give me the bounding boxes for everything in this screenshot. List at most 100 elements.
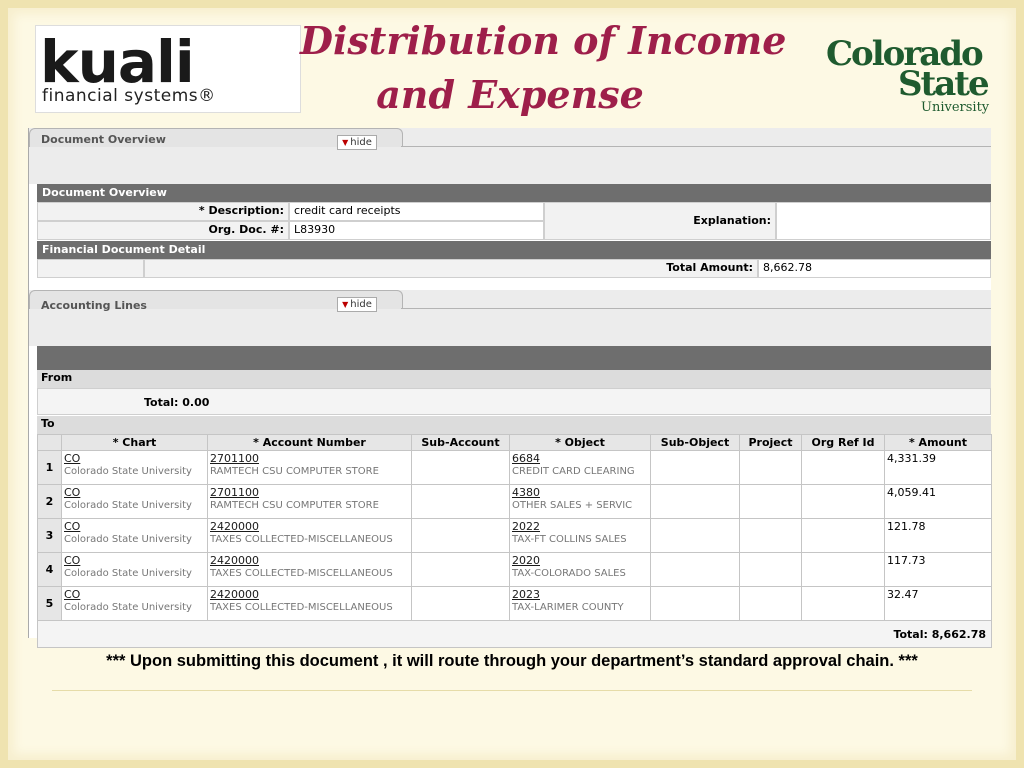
table-row: 2 CO Colorado State University 2701100 RAM…	[37, 484, 992, 519]
account-name: TAXES COLLECTED-MISCELLANEOUS	[210, 568, 393, 579]
caret-down-icon: ▼	[342, 300, 349, 309]
account-name: RAMTECH CSU COMPUTER STORE	[210, 500, 379, 511]
total-amount-label: Total Amount:	[144, 259, 758, 278]
account-link[interactable]: 2701100	[210, 486, 409, 499]
sub-account-cell	[411, 586, 510, 621]
account-link[interactable]: 2701100	[210, 452, 409, 465]
amount-cell: 4,331.39	[884, 450, 992, 485]
explanation-field[interactable]	[776, 202, 991, 240]
chart-name: Colorado State University	[64, 602, 192, 613]
table-row: 1 CO Colorado State University 2701100 RAM…	[37, 450, 992, 485]
chart-link[interactable]: CO	[64, 452, 205, 465]
object-link[interactable]: 2022	[512, 520, 648, 533]
amount-cell: 117.73	[884, 552, 992, 587]
project-cell	[739, 586, 802, 621]
column-header: Project	[739, 434, 802, 451]
divider-line	[52, 690, 972, 691]
object-link[interactable]: 2023	[512, 588, 648, 601]
project-cell	[739, 518, 802, 553]
csu-logo-line2: State	[898, 64, 990, 104]
org-ref-id-cell	[801, 586, 885, 621]
accounting-lines-tab-label: Accounting Lines	[41, 299, 147, 312]
column-header: * Account Number	[207, 434, 412, 451]
account-link[interactable]: 2420000	[210, 588, 409, 601]
total-amount-value: 8,662.78	[758, 259, 991, 278]
sub-object-cell	[650, 552, 740, 587]
slide-title-line1: Distribution of Income	[300, 18, 787, 63]
kuali-tagline: financial systems®	[42, 86, 216, 106]
org-ref-id-cell	[801, 552, 885, 587]
row-number: 3	[37, 518, 62, 553]
object-name: CREDIT CARD CLEARING	[512, 466, 635, 477]
slide-title-line2: and Expense	[376, 72, 644, 117]
to-total-row: Total: 8,662.78	[37, 620, 992, 648]
amount-cell: 4,059.41	[884, 484, 992, 519]
accounting-lines-table: * Chart * Account Number Sub-Account * O…	[37, 434, 992, 648]
row-number: 2	[37, 484, 62, 519]
sub-object-cell	[650, 518, 740, 553]
sub-object-cell	[650, 450, 740, 485]
sub-object-cell	[650, 484, 740, 519]
chart-link[interactable]: CO	[64, 554, 205, 567]
object-link[interactable]: 4380	[512, 486, 648, 499]
chart-name: Colorado State University	[64, 568, 192, 579]
accounting-lines-header-bar	[37, 346, 991, 370]
row-number: 4	[37, 552, 62, 587]
object-name: TAX-COLORADO SALES	[512, 568, 626, 579]
sub-account-cell	[411, 518, 510, 553]
org-doc-field[interactable]: L83930	[289, 221, 544, 240]
document-overview-tab-label: Document Overview	[41, 133, 166, 146]
document-overview-header: Document Overview	[37, 184, 991, 202]
table-header-row: * Chart * Account Number Sub-Account * O…	[37, 434, 992, 451]
org-ref-id-cell	[801, 484, 885, 519]
chart-link[interactable]: CO	[64, 520, 205, 533]
chart-name: Colorado State University	[64, 500, 192, 511]
description-label: * Description:	[37, 202, 289, 221]
column-header: * Amount	[884, 434, 992, 451]
accounting-lines-hide-button[interactable]: ▼ hide	[337, 297, 377, 312]
account-link[interactable]: 2420000	[210, 554, 409, 567]
table-row: 5 CO Colorado State University 2420000 TAX…	[37, 586, 992, 621]
document-overview-hide-button[interactable]: ▼ hide	[337, 135, 377, 150]
object-link[interactable]: 6684	[512, 452, 648, 465]
approval-chain-note: *** Upon submitting this document , it w…	[106, 652, 918, 670]
chart-link[interactable]: CO	[64, 588, 205, 601]
column-header: Sub-Object	[650, 434, 740, 451]
explanation-label: Explanation:	[544, 202, 776, 240]
from-total: Total: 0.00	[37, 388, 991, 415]
kuali-logo: kuali financial systems®	[35, 25, 301, 113]
column-header: Org Ref Id	[801, 434, 885, 451]
from-section-label: From	[37, 370, 991, 388]
financial-detail-header: Financial Document Detail	[37, 241, 991, 259]
description-field[interactable]: credit card receipts	[289, 202, 544, 221]
accounting-lines-tab: Accounting Lines ▼ hide	[29, 290, 991, 346]
amount-cell: 121.78	[884, 518, 992, 553]
sub-account-cell	[411, 484, 510, 519]
chart-name: Colorado State University	[64, 466, 192, 477]
table-row: 3 CO Colorado State University 2420000 TAX…	[37, 518, 992, 553]
account-link[interactable]: 2420000	[210, 520, 409, 533]
org-doc-label: Org. Doc. #:	[37, 221, 289, 240]
project-cell	[739, 484, 802, 519]
slide-title: Distribution of Income and Expense	[300, 14, 787, 122]
org-ref-id-cell	[801, 450, 885, 485]
table-row: 4 CO Colorado State University 2420000 TAX…	[37, 552, 992, 587]
amount-cell: 32.47	[884, 586, 992, 621]
account-name: RAMTECH CSU COMPUTER STORE	[210, 466, 379, 477]
object-link[interactable]: 2020	[512, 554, 648, 567]
column-header: * Chart	[61, 434, 208, 451]
project-cell	[739, 450, 802, 485]
to-total: Total: 8,662.78	[37, 620, 992, 648]
row-number: 5	[37, 586, 62, 621]
column-header: * Object	[509, 434, 651, 451]
csu-logo: Colorado State University	[826, 34, 1001, 120]
csu-logo-line3: University	[921, 100, 990, 115]
object-name: TAX-LARIMER COUNTY	[512, 602, 624, 613]
object-name: TAX-FT COLLINS SALES	[512, 534, 627, 545]
object-name: OTHER SALES + SERVIC	[512, 500, 633, 511]
caret-down-icon: ▼	[342, 138, 349, 147]
to-section-label: To	[37, 416, 991, 434]
sub-account-cell	[411, 552, 510, 587]
org-ref-id-cell	[801, 518, 885, 553]
chart-link[interactable]: CO	[64, 486, 205, 499]
